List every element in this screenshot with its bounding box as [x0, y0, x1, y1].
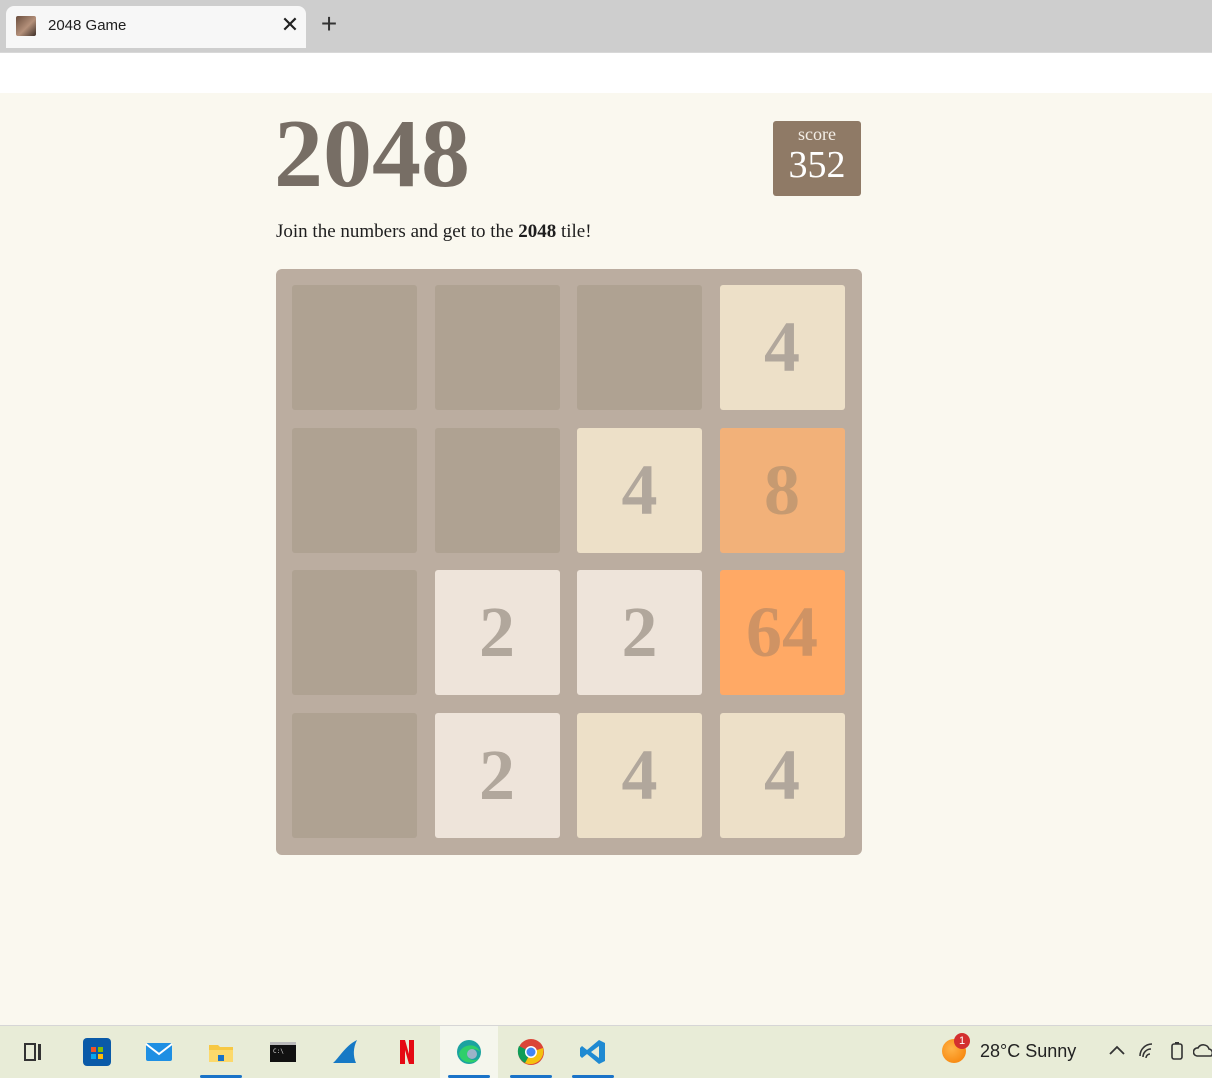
tile-8: 8	[719, 427, 845, 553]
grid-cell	[434, 285, 560, 410]
browser-tab[interactable]: 2048 Game ✕	[6, 6, 306, 48]
chrome-icon	[517, 1039, 544, 1065]
score-label: score	[798, 124, 836, 144]
close-tab-icon[interactable]: ✕	[278, 13, 302, 37]
tile-2: 2	[577, 570, 702, 695]
tab-title: 2048 Game	[48, 17, 127, 34]
microsoft-store-icon	[83, 1038, 111, 1066]
taskbar-wireshark[interactable]	[316, 1026, 374, 1078]
new-tab-button[interactable]: +	[316, 10, 342, 38]
game-page: 2048 score 352 Join the numbers and get …	[0, 93, 1212, 1023]
score-box: score 352	[773, 121, 861, 196]
vscode-icon	[580, 1040, 605, 1064]
tile-2: 2	[434, 570, 560, 695]
onedrive-cloud-icon[interactable]	[1192, 1040, 1212, 1062]
wireshark-fin-icon	[333, 1040, 357, 1063]
grid-cell	[434, 427, 560, 553]
taskbar-microsoft-store[interactable]	[68, 1026, 126, 1078]
grid-cell	[577, 285, 702, 410]
taskbar-task-view[interactable]	[4, 1026, 62, 1078]
intro-text: Join the numbers and get to the 2048 til…	[276, 221, 592, 243]
battery-icon[interactable]	[1166, 1040, 1188, 1062]
netflix-icon	[400, 1040, 414, 1064]
tile-4: 4	[577, 712, 702, 838]
score-value: 352	[788, 144, 846, 186]
browser-toolbar	[0, 52, 1212, 94]
grid-cell	[292, 712, 417, 838]
taskbar-chrome[interactable]	[502, 1026, 560, 1078]
tile-4: 4	[719, 712, 845, 838]
tile-4: 4	[719, 285, 845, 410]
game-board[interactable]: 4 4 8 2 2 64 2 4 4	[276, 269, 862, 855]
taskbar: C:\ 1 28°C Sunny	[0, 1025, 1212, 1078]
notification-badge: 1	[954, 1033, 970, 1049]
intro-text-end: tile!	[556, 221, 592, 242]
folder-icon	[209, 1045, 233, 1062]
svg-text:C:\: C:\	[273, 1048, 284, 1055]
taskbar-vscode[interactable]	[564, 1026, 622, 1078]
grid-cell	[292, 285, 417, 410]
tile-4: 4	[577, 427, 702, 553]
grid-cell	[292, 427, 417, 553]
chevron-up-icon[interactable]	[1106, 1040, 1128, 1062]
browser-tab-strip: 2048 Game ✕ +	[0, 0, 1212, 52]
weather-text: 28°C Sunny	[980, 1041, 1077, 1061]
grid-cell	[292, 570, 417, 695]
taskbar-mail[interactable]	[130, 1026, 188, 1078]
taskbar-terminal[interactable]: C:\	[254, 1026, 312, 1078]
intro-text-goal: 2048	[518, 221, 557, 242]
battery-glyph	[1171, 1042, 1183, 1060]
game-title: 2048	[274, 100, 470, 208]
taskbar-file-explorer[interactable]	[192, 1026, 250, 1078]
taskbar-edge[interactable]	[440, 1026, 498, 1078]
tile-64: 64	[719, 570, 845, 695]
cloud-glyph	[1192, 1044, 1212, 1057]
tile-2: 2	[434, 712, 560, 838]
wifi-icon[interactable]	[1137, 1040, 1159, 1062]
intro-text-start: Join the numbers and get to the	[276, 221, 519, 242]
mail-icon	[145, 1043, 173, 1061]
taskbar-netflix[interactable]	[378, 1026, 436, 1078]
chevron-up-glyph	[1109, 1045, 1125, 1055]
wifi-glyph	[1139, 1043, 1153, 1059]
task-view-icon	[24, 1043, 41, 1061]
edge-icon	[457, 1040, 481, 1064]
terminal-icon: C:\	[270, 1042, 296, 1062]
tab-favicon-icon	[16, 16, 36, 36]
